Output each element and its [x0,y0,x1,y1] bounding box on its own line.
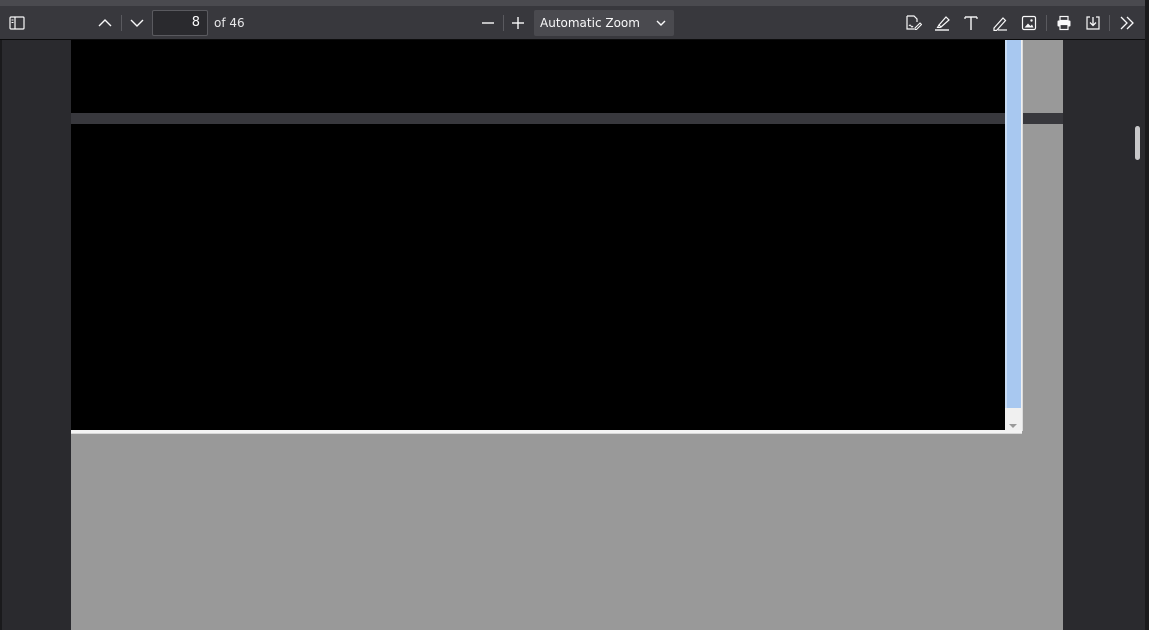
draw-button[interactable] [987,10,1013,36]
image-button[interactable] [1016,10,1042,36]
next-page-button[interactable] [124,10,150,36]
page-count-label: of 46 [214,16,245,30]
signature-button[interactable] [900,10,926,36]
zoom-out-button[interactable] [475,10,501,36]
text-button[interactable] [958,10,984,36]
embedded-window-bottom-border [71,430,1022,434]
page-number-input[interactable]: 8 [152,10,208,36]
pdf-toolbar: 8 of 46 Automatic Zoom [0,6,1149,40]
window-left-border [0,40,2,630]
previous-page-button[interactable] [92,10,118,36]
text-icon [964,16,978,30]
double-chevron-right-icon [1120,16,1134,30]
signature-icon [906,15,922,31]
download-icon [1086,16,1100,30]
zoom-in-button[interactable] [505,10,531,36]
print-button[interactable] [1051,10,1077,36]
sidebar-toggle-icon [9,16,25,30]
toolbar-separator [1046,15,1047,31]
toolbar-separator [503,15,504,31]
viewer-scrollbar-thumb[interactable] [1135,126,1140,160]
window-right-border [1145,0,1149,630]
highlight-button[interactable] [929,10,955,36]
plus-icon [512,17,524,29]
sidebar-toggle-button[interactable] [4,10,30,36]
embedded-scrollbar-thumb [1005,40,1021,408]
save-button[interactable] [1080,10,1106,36]
toolbar-separator [121,15,122,31]
page-separator [71,113,1063,124]
pen-icon [993,17,1007,31]
embedded-screenshot-region [71,40,1005,113]
chevron-down-icon [130,19,144,27]
image-icon [1021,15,1037,31]
tools-button[interactable] [1114,10,1140,36]
zoom-select-value: Automatic Zoom [540,16,640,30]
embedded-screenshot-region [71,124,1005,430]
printer-icon [1057,15,1071,31]
chevron-up-icon [98,19,112,27]
toolbar-separator [1109,15,1110,31]
highlighter-icon [935,16,950,31]
document-viewer[interactable] [0,40,1149,630]
zoom-select[interactable]: Automatic Zoom [534,10,674,36]
minus-icon [482,22,494,24]
